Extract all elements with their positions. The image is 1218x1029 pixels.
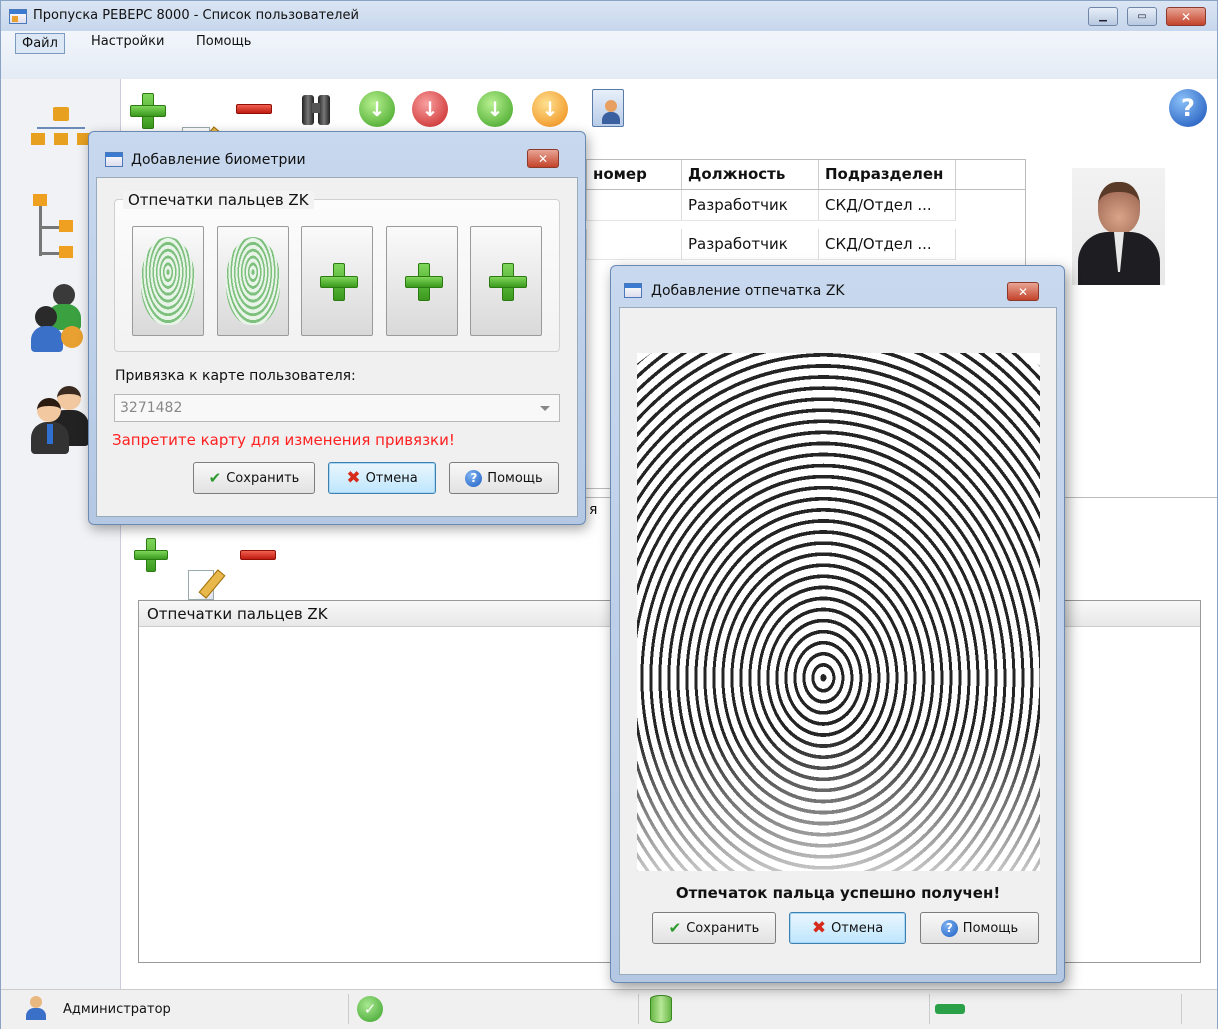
card-binding-label: Привязка к карте пользователя: xyxy=(115,368,356,384)
column-header-position[interactable]: Должность xyxy=(682,160,819,189)
dialog-icon xyxy=(105,152,123,167)
card-select-value: 3271482 xyxy=(120,400,183,416)
cell-department: СКД/Отдел ... xyxy=(819,190,956,221)
dialog-title: Добавление биометрии xyxy=(131,152,306,168)
help-button[interactable]: ? Помощь xyxy=(449,462,559,494)
help-icon: ? xyxy=(940,919,958,937)
dialog-body: Отпечаток пальца успешно получен! ✔ Сохра… xyxy=(619,307,1057,975)
contacts-icon[interactable] xyxy=(592,89,624,127)
import-icon[interactable]: ↓ xyxy=(359,91,395,127)
fingerprint-slot-5[interactable] xyxy=(470,226,542,336)
toolbar: ↓ ↓ ↓ ↓ ? xyxy=(122,79,1217,159)
column-header-department[interactable]: Подразделен xyxy=(819,160,956,189)
cell-position: Разработчик xyxy=(682,190,819,221)
download-icon[interactable]: ↓ xyxy=(477,91,513,127)
tree-icon[interactable] xyxy=(31,194,91,259)
dialog-close-button[interactable]: ✕ xyxy=(1007,282,1039,301)
delete-icon[interactable] xyxy=(236,104,272,114)
upload-icon[interactable]: ↓ xyxy=(532,91,568,127)
title-bar: Пропуска РЕВЕРС 8000 - Список пользовате… xyxy=(1,1,1217,31)
fingerprint-dialog: Добавление отпечатка ZK ✕ Отпечаток паль… xyxy=(610,265,1065,983)
status-bar: Администратор ✓ xyxy=(1,989,1217,1029)
divider xyxy=(638,994,639,1024)
help-button[interactable]: ? Помощь xyxy=(920,912,1039,944)
check-icon: ✔ xyxy=(668,919,682,937)
scan-status: Отпечаток пальца успешно получен! xyxy=(675,884,1001,902)
search-binoculars-icon[interactable] xyxy=(302,89,332,125)
fingerprint-image xyxy=(226,237,280,325)
fingerprint-image xyxy=(141,237,195,325)
edit-biometric-icon[interactable] xyxy=(188,570,214,600)
user-groups-icon[interactable] xyxy=(31,284,91,354)
biometrics-dialog: Добавление биометрии ✕ Отпечатки пальцев… xyxy=(88,131,586,525)
org-structure-icon[interactable] xyxy=(31,107,91,157)
dialog-title: Добавление отпечатка ZK xyxy=(651,283,845,299)
current-user: Администратор xyxy=(63,1002,171,1017)
dialog-close-button[interactable]: ✕ xyxy=(527,149,559,168)
column-header-number[interactable]: номер xyxy=(587,160,682,189)
maximize-button[interactable]: ▭ xyxy=(1127,7,1157,26)
user-photo xyxy=(1072,168,1165,285)
menu-settings[interactable]: Настройки xyxy=(91,34,164,49)
list-item-label: Отпечатки пальцев ZK xyxy=(147,605,328,623)
window-title: Пропуска РЕВЕРС 8000 - Список пользовате… xyxy=(33,8,359,23)
close-icon: ✖ xyxy=(346,468,361,488)
tab-fragment[interactable]: я xyxy=(589,502,597,518)
close-icon: ✖ xyxy=(811,918,827,938)
divider xyxy=(348,994,349,1024)
connection-ok-icon: ✓ xyxy=(357,996,383,1022)
usb-device-icon xyxy=(935,1004,965,1014)
cancel-button[interactable]: ✖ Отмена xyxy=(328,462,436,494)
users-icon[interactable] xyxy=(31,384,91,454)
delete-biometric-icon[interactable] xyxy=(240,550,276,560)
user-icon xyxy=(25,996,47,1020)
fingerprint-slot-3[interactable] xyxy=(301,226,373,336)
add-icon xyxy=(405,263,443,301)
export-icon[interactable]: ↓ xyxy=(412,91,448,127)
add-biometric-icon[interactable] xyxy=(134,538,168,572)
add-icon xyxy=(320,263,358,301)
add-icon xyxy=(489,263,527,301)
menu-bar: Файл Настройки Помощь xyxy=(1,31,1217,79)
menu-file[interactable]: Файл xyxy=(15,33,65,54)
divider xyxy=(1181,994,1182,1024)
save-button[interactable]: ✔ Сохранить xyxy=(193,462,315,494)
dialog-icon xyxy=(624,283,642,298)
fingerprint-slot-4[interactable] xyxy=(386,226,458,336)
app-icon xyxy=(9,9,27,24)
save-button[interactable]: ✔ Сохранить xyxy=(652,912,776,944)
check-icon: ✔ xyxy=(208,469,222,487)
divider xyxy=(929,994,930,1024)
database-icon xyxy=(650,995,672,1023)
add-icon[interactable] xyxy=(130,93,166,129)
minimize-button[interactable]: ▁ xyxy=(1088,7,1118,26)
fingerprint-scan-image xyxy=(637,353,1040,871)
chevron-down-icon xyxy=(540,406,550,411)
fingerprint-slot-1[interactable] xyxy=(132,226,204,336)
cell-position: Разработчик xyxy=(682,229,819,260)
group-title: Отпечатки пальцев ZK xyxy=(123,191,314,209)
menu-help[interactable]: Помощь xyxy=(196,34,251,49)
fingerprint-slot-2[interactable] xyxy=(217,226,289,336)
help-icon[interactable]: ? xyxy=(1169,89,1207,127)
dialog-body: Отпечатки пальцев ZK Привязка к карте по… xyxy=(96,177,578,517)
card-warning: Запретите карту для изменения привязки! xyxy=(112,431,455,449)
help-icon: ? xyxy=(465,469,483,487)
card-select[interactable]: 3271482 xyxy=(114,394,560,422)
cell-department: СКД/Отдел ... xyxy=(819,229,956,260)
close-button[interactable]: ✕ xyxy=(1166,7,1206,26)
cancel-button[interactable]: ✖ Отмена xyxy=(789,912,906,944)
